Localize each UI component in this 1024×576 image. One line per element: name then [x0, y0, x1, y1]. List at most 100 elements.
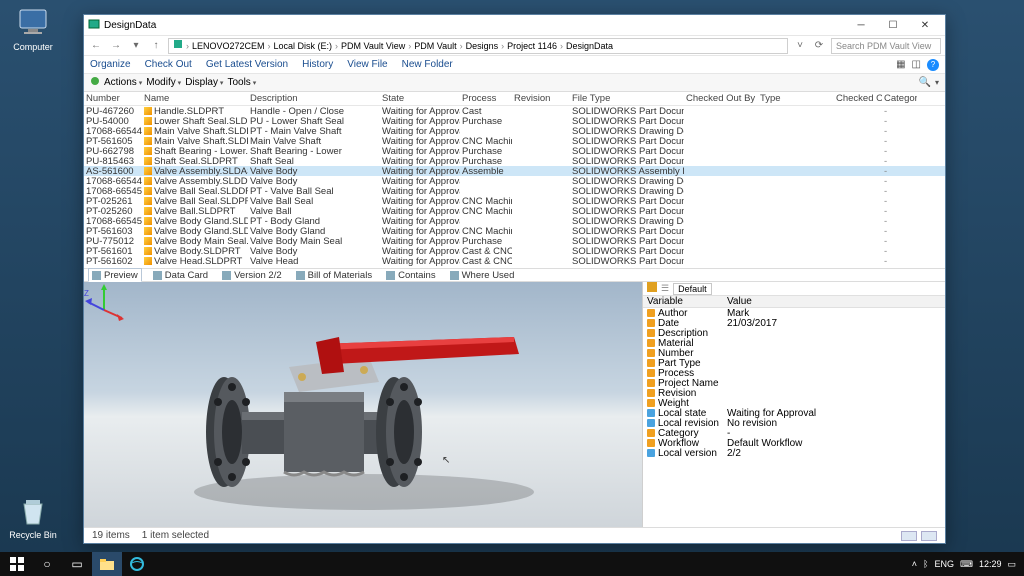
table-row[interactable]: PU-775012Valve Body Main Seal.SLDPRTValv… — [84, 236, 945, 246]
cmd-new-folder[interactable]: New Folder — [402, 59, 453, 70]
table-row[interactable]: PU-815463Shaft Seal.SLDPRTShaft SealWait… — [84, 156, 945, 166]
search-input[interactable]: Search PDM Vault View — [831, 38, 941, 54]
desktop-icon-computer[interactable]: Computer — [6, 6, 60, 52]
status-flag-icon — [90, 76, 100, 89]
property-row[interactable]: Weight — [643, 398, 945, 408]
config-list-icon[interactable]: ☰ — [661, 283, 669, 294]
preview-pane[interactable]: Z ↖ — [84, 282, 643, 527]
menu-tools[interactable]: Tools — [227, 77, 256, 88]
maximize-button[interactable]: ☐ — [877, 15, 909, 35]
solidworks-file-icon — [144, 177, 152, 185]
property-row[interactable]: Part Type — [643, 358, 945, 368]
table-row[interactable]: PT-025261Valve Ball Seal.SLDPRTValve Bal… — [84, 196, 945, 206]
file-list-header[interactable]: Number Name Description State Process Re… — [84, 92, 945, 106]
tray-expand-button[interactable]: ˄ — [912, 559, 917, 569]
tray-notifications-button[interactable]: ▭ — [1007, 559, 1016, 570]
property-row[interactable]: Description — [643, 328, 945, 338]
property-row[interactable]: Revision — [643, 388, 945, 398]
view-details-button[interactable] — [901, 531, 917, 541]
table-row[interactable]: PU-467260Handle.SLDPRTHandle - Open / Cl… — [84, 106, 945, 116]
table-row[interactable]: PT-025260Valve Ball.SLDPRTValve BallWait… — [84, 206, 945, 216]
address-dropdown-button[interactable]: ˅ — [792, 38, 808, 54]
menu-actions[interactable]: Actions — [104, 77, 142, 88]
task-view-button[interactable]: ▭ — [62, 552, 92, 576]
tab-icon — [153, 271, 162, 280]
menu-modify[interactable]: Modify — [146, 77, 181, 88]
nav-up-button[interactable]: ↑ — [148, 38, 164, 54]
table-row[interactable]: PT-561605Main Valve Shaft.SLDPRTMain Val… — [84, 136, 945, 146]
address-bar: ← → ▾ ↑ ›LENOVO272CEM ›Local Disk (E:) ›… — [84, 35, 945, 56]
table-row[interactable]: PT-561601Valve Body.SLDPRTValve BodyWait… — [84, 246, 945, 256]
tab-where-used[interactable]: Where Used — [447, 270, 518, 281]
tray-bluetooth-icon[interactable]: ᛒ — [923, 559, 928, 569]
config-select[interactable]: Default — [673, 283, 712, 295]
property-icon — [647, 449, 655, 457]
property-row[interactable]: Local stateWaiting for Approval — [643, 408, 945, 418]
preview-pane-button[interactable]: ◫ — [912, 59, 921, 70]
table-row[interactable]: AS-561600Valve Assembly.SLDASMValve Body… — [84, 166, 945, 176]
tab-icon — [450, 271, 459, 280]
property-row[interactable]: Process — [643, 368, 945, 378]
vault-small-icon — [173, 39, 183, 52]
search-button[interactable]: ○ — [32, 552, 62, 576]
tray-keyboard-icon[interactable]: ⌨ — [960, 559, 973, 570]
start-button[interactable] — [2, 552, 32, 576]
refresh-button[interactable]: ⟳ — [811, 38, 827, 54]
table-row[interactable]: PT-561602Valve Head.SLDPRTValve HeadWait… — [84, 256, 945, 266]
table-row[interactable]: 17068-66544Valve Assembly.SLDDRWValve Bo… — [84, 176, 945, 186]
property-row[interactable]: Category- — [643, 428, 945, 438]
view-options-button[interactable]: ▾ — [935, 78, 939, 87]
cmd-view-file[interactable]: View File — [347, 59, 387, 70]
tab-version-2-2[interactable]: Version 2/2 — [219, 270, 285, 281]
status-selected: 1 item selected — [142, 530, 209, 541]
nav-history-button[interactable]: ▾ — [128, 38, 144, 54]
tab-contains[interactable]: Contains — [383, 270, 439, 281]
table-row[interactable]: PT-561603Valve Body Gland.SLDPRTValve Bo… — [84, 226, 945, 236]
view-icons-button[interactable] — [921, 531, 937, 541]
window-title: DesignData — [104, 20, 156, 31]
table-row[interactable]: PU-662798Shaft Bearing - Lower.SLDPRTSha… — [84, 146, 945, 156]
col-number: Number — [84, 93, 142, 104]
tab-data-card[interactable]: Data Card — [150, 270, 211, 281]
property-row[interactable]: Number — [643, 348, 945, 358]
property-row[interactable]: WorkflowDefault Workflow — [643, 438, 945, 448]
cmd-check-out[interactable]: Check Out — [145, 59, 192, 70]
minimize-button[interactable]: ─ — [845, 15, 877, 35]
table-row[interactable]: PU-54000Lower Shaft Seal.SLDPRTPU - Lowe… — [84, 116, 945, 126]
property-row[interactable]: Date21/03/2017 — [643, 318, 945, 328]
tab-bill-of-materials[interactable]: Bill of Materials — [293, 270, 375, 281]
close-button[interactable]: ✕ — [909, 15, 941, 35]
solidworks-file-icon — [144, 157, 152, 165]
solidworks-file-icon — [144, 197, 152, 205]
cmd-organize[interactable]: Organize — [90, 59, 131, 70]
taskbar-ie[interactable] — [122, 552, 152, 576]
desktop-icon-recycle[interactable]: Recycle Bin — [6, 494, 60, 540]
property-row[interactable]: Local revisionNo revision — [643, 418, 945, 428]
tab-preview[interactable]: Preview — [88, 268, 142, 282]
table-row[interactable]: 17068-66545Valve Ball Seal.SLDDRWPT - Va… — [84, 186, 945, 196]
property-row[interactable]: AuthorMark — [643, 308, 945, 318]
tray-lang[interactable]: ENG — [934, 559, 954, 569]
help-button[interactable]: ? — [927, 59, 939, 71]
property-row[interactable]: Project Name — [643, 378, 945, 388]
breadcrumb[interactable]: ›LENOVO272CEM ›Local Disk (E:) ›PDM Vaul… — [168, 38, 788, 54]
property-icon — [647, 369, 655, 377]
cmd-history[interactable]: History — [302, 59, 333, 70]
search-icon[interactable]: 🔍 — [919, 77, 931, 88]
property-row[interactable]: Local version2/2 — [643, 448, 945, 458]
taskbar-explorer[interactable] — [92, 552, 122, 576]
tab-icon — [386, 271, 395, 280]
table-row[interactable]: 17068-66545Valve Body Gland.SLDDRWPT - B… — [84, 216, 945, 226]
col-revision: Revision — [512, 93, 570, 104]
computer-icon — [16, 6, 50, 40]
property-icon — [647, 409, 655, 417]
view-layout-button[interactable]: ▦ — [896, 59, 905, 70]
property-icon — [647, 309, 655, 317]
menu-display[interactable]: Display — [185, 77, 223, 88]
cmd-get-latest[interactable]: Get Latest Version — [206, 59, 288, 70]
property-row[interactable]: Material — [643, 338, 945, 348]
solidworks-file-icon — [144, 257, 152, 265]
nav-back-button[interactable]: ← — [88, 38, 104, 54]
table-row[interactable]: 17068-66544Main Valve Shaft.SLDDRWPT - M… — [84, 126, 945, 136]
nav-forward-button[interactable]: → — [108, 38, 124, 54]
